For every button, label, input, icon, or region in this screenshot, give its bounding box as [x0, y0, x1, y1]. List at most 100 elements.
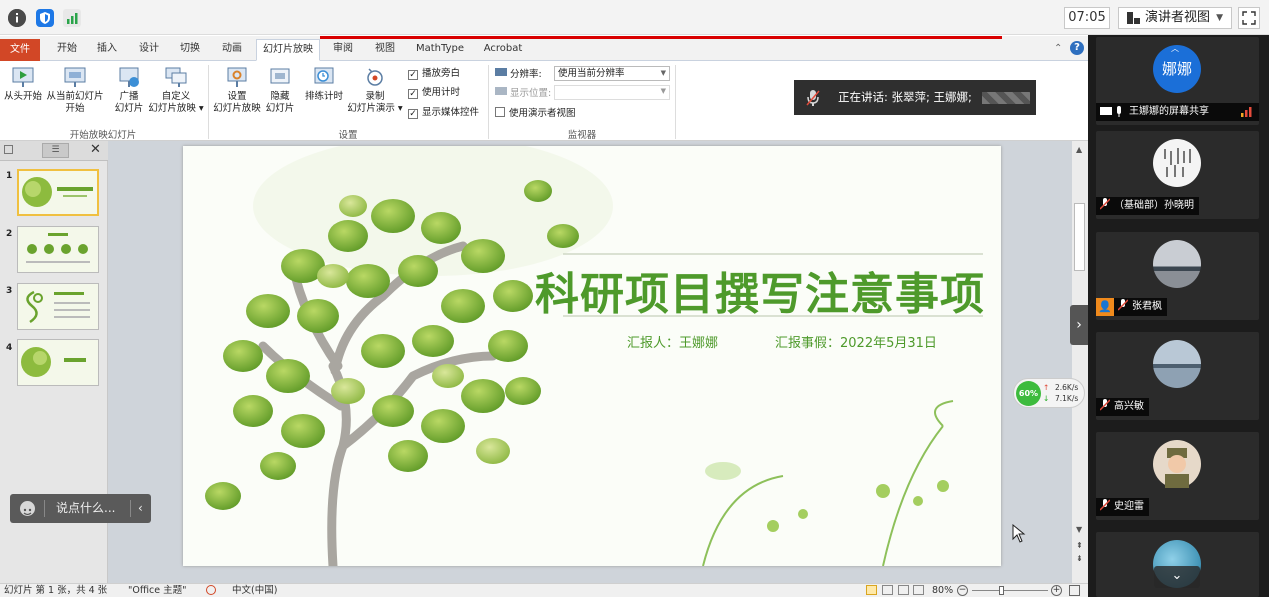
play-narration-checkbox[interactable]: ✓ 播放旁白 — [408, 68, 460, 80]
tab-review[interactable]: 审阅 — [326, 39, 360, 61]
current-slide[interactable]: 科研项目撰写注意事项 汇报人：王娜娜 汇报事假：2022年5月31日 — [183, 146, 1001, 566]
show-media-controls-checkbox[interactable]: ✓ 显示媒体控件 — [408, 107, 479, 119]
tab-file[interactable]: 文件 — [0, 39, 40, 61]
mic-icon — [806, 90, 820, 106]
scroll-up-icon[interactable]: ▲ — [1076, 145, 1082, 154]
host-icon: 👤 — [1096, 298, 1114, 316]
slide-thumbnail-3[interactable] — [17, 283, 99, 330]
rehearse-timings-button[interactable]: 排练计时 — [302, 65, 346, 103]
ribbon-separator — [208, 65, 209, 139]
network-percent: 60% — [1016, 381, 1041, 406]
scroll-thumb[interactable] — [1074, 203, 1085, 271]
resolution-select[interactable]: 使用当前分辨率 ▼ — [554, 66, 670, 81]
slide-thumbnail-1[interactable] — [17, 169, 99, 216]
download-arrow-icon: ↓ — [1043, 394, 1050, 403]
setup-slideshow-button[interactable]: 设置 幻灯片放映 — [212, 65, 262, 115]
close-icon[interactable]: ✕ — [90, 142, 101, 157]
participant-name: 王娜娜的屏幕共享 — [1096, 103, 1259, 121]
group-label-start: 开始放映幻灯片 — [69, 130, 137, 141]
vertical-scrollbar[interactable]: ▲ ▼ ⇞ ⇟ — [1072, 141, 1088, 583]
zoom-in-icon[interactable]: + — [1051, 585, 1062, 596]
screen-share-icon — [1100, 107, 1112, 115]
broadcast-button[interactable]: 广播 幻灯片 — [112, 65, 146, 115]
signal-icon[interactable] — [63, 9, 81, 27]
ribbon-tabs: 文件 开始 插入 设计 切换 动画 幻灯片放映 审阅 视图 MathType A… — [0, 36, 1088, 61]
display-position-label: 显示位置: — [495, 87, 551, 100]
mic-muted-icon — [1099, 198, 1111, 210]
presenter-view-dropdown[interactable]: 演讲者视图 ▼ — [1118, 7, 1232, 29]
participant-name: 高兴敏 — [1096, 398, 1149, 416]
from-start-button[interactable]: 从头开始 — [2, 65, 44, 103]
custom-slideshow-button[interactable]: 自定义 幻灯片放映 ▾ — [146, 65, 206, 115]
proofing-icon[interactable] — [206, 585, 216, 595]
display-icon — [495, 87, 507, 95]
mic-icon — [1117, 106, 1121, 117]
normal-view-icon[interactable] — [866, 585, 877, 595]
slide-reporter: 汇报人：王娜娜 — [627, 336, 719, 351]
tab-animations[interactable]: 动画 — [214, 39, 250, 61]
thumb-number: 4 — [6, 343, 13, 353]
from-current-button[interactable]: 从当前幻灯片 开始 — [45, 65, 105, 115]
tab-slideshow[interactable]: 幻灯片放映 — [256, 39, 320, 61]
slides-tab-icon[interactable] — [4, 145, 13, 154]
theme-status: "Office 主题" — [128, 585, 187, 596]
tab-insert[interactable]: 插入 — [90, 39, 124, 61]
network-monitor[interactable]: 60% ↑ 2.6K/s ↓ 7.1K/s — [1013, 378, 1085, 408]
zoom-slider-thumb[interactable] — [999, 586, 1004, 595]
monitor-icon — [495, 68, 507, 76]
reading-view-icon[interactable] — [898, 585, 909, 595]
avatar — [1153, 440, 1201, 488]
help-icon[interactable]: ? — [1070, 41, 1084, 55]
chevron-left-icon[interactable]: ‹ — [138, 494, 143, 523]
mic-muted-icon — [1117, 299, 1129, 311]
speaking-text: 正在讲话: 张翠萍; 王娜娜; — [838, 90, 972, 104]
tab-view[interactable]: 视图 — [368, 39, 402, 61]
mic-muted-icon — [1099, 399, 1111, 411]
slideshow-current-icon — [64, 67, 86, 87]
participant-tile[interactable]: 👤 张君枫 — [1096, 232, 1259, 320]
chevron-down-icon[interactable]: ⌄ — [1154, 566, 1200, 588]
shield-icon[interactable] — [36, 9, 54, 27]
slide-thumbnail-2[interactable] — [17, 226, 99, 273]
info-icon[interactable] — [8, 9, 26, 27]
tab-mathtype[interactable]: MathType — [412, 39, 468, 61]
outline-tab-icon[interactable]: ☰ — [42, 143, 69, 158]
emoji-icon[interactable] — [20, 501, 35, 516]
participant-tile[interactable]: 高兴敏 — [1096, 332, 1259, 420]
avatar — [1153, 340, 1201, 388]
fullscreen-button[interactable] — [1238, 7, 1260, 29]
setup-icon — [227, 67, 247, 87]
presenter-view-checkbox[interactable]: 使用演示者视图 — [495, 107, 576, 120]
tab-acrobat[interactable]: Acrobat — [478, 39, 528, 61]
chat-input[interactable]: 说点什么... — [56, 494, 115, 523]
fit-window-icon[interactable] — [1069, 585, 1080, 596]
ribbon-separator — [488, 65, 489, 139]
panel-header: ☰ ✕ — [0, 141, 108, 161]
group-label-setup: 设置 — [338, 130, 358, 141]
collapse-panel-button[interactable]: › — [1070, 305, 1088, 345]
zoom-slider[interactable] — [972, 590, 1048, 591]
chat-bar[interactable]: 说点什么... ‹ — [10, 494, 151, 523]
resolution-label: 分辨率: — [495, 68, 542, 81]
next-slide-icon[interactable]: ⇟ — [1076, 554, 1083, 563]
tab-transitions[interactable]: 切换 — [172, 39, 208, 61]
scroll-down-icon[interactable]: ▼ — [1076, 525, 1082, 534]
use-timing-checkbox[interactable]: ✓ 使用计时 — [408, 87, 460, 99]
record-slideshow-button[interactable]: 录制 幻灯片演示 ▾ — [346, 65, 404, 115]
hide-slide-button[interactable]: 隐藏 幻灯片 — [264, 65, 296, 115]
zoom-out-icon[interactable]: − — [957, 585, 968, 596]
slideshow-view-icon[interactable] — [913, 585, 924, 595]
tab-design[interactable]: 设计 — [132, 39, 166, 61]
slide-thumbnail-4[interactable] — [17, 339, 99, 386]
participant-tile[interactable]: ⌄ — [1096, 532, 1259, 597]
tab-home[interactable]: 开始 — [50, 39, 84, 61]
participant-tile[interactable]: （基础部）孙晓明 — [1096, 131, 1259, 219]
display-position-select[interactable]: ▼ — [554, 85, 670, 100]
sorter-view-icon[interactable] — [882, 585, 893, 595]
participant-tile[interactable]: 娜娜 ︿ 王娜娜的屏幕共享 — [1096, 37, 1259, 125]
collapse-ribbon-icon[interactable]: ⌃ — [1054, 43, 1062, 54]
prev-slide-icon[interactable]: ⇞ — [1076, 541, 1083, 550]
chevron-up-icon[interactable]: ︿ — [1171, 43, 1179, 54]
slideshow-start-icon — [12, 67, 34, 87]
participant-tile[interactable]: 史迎雷 — [1096, 432, 1259, 520]
